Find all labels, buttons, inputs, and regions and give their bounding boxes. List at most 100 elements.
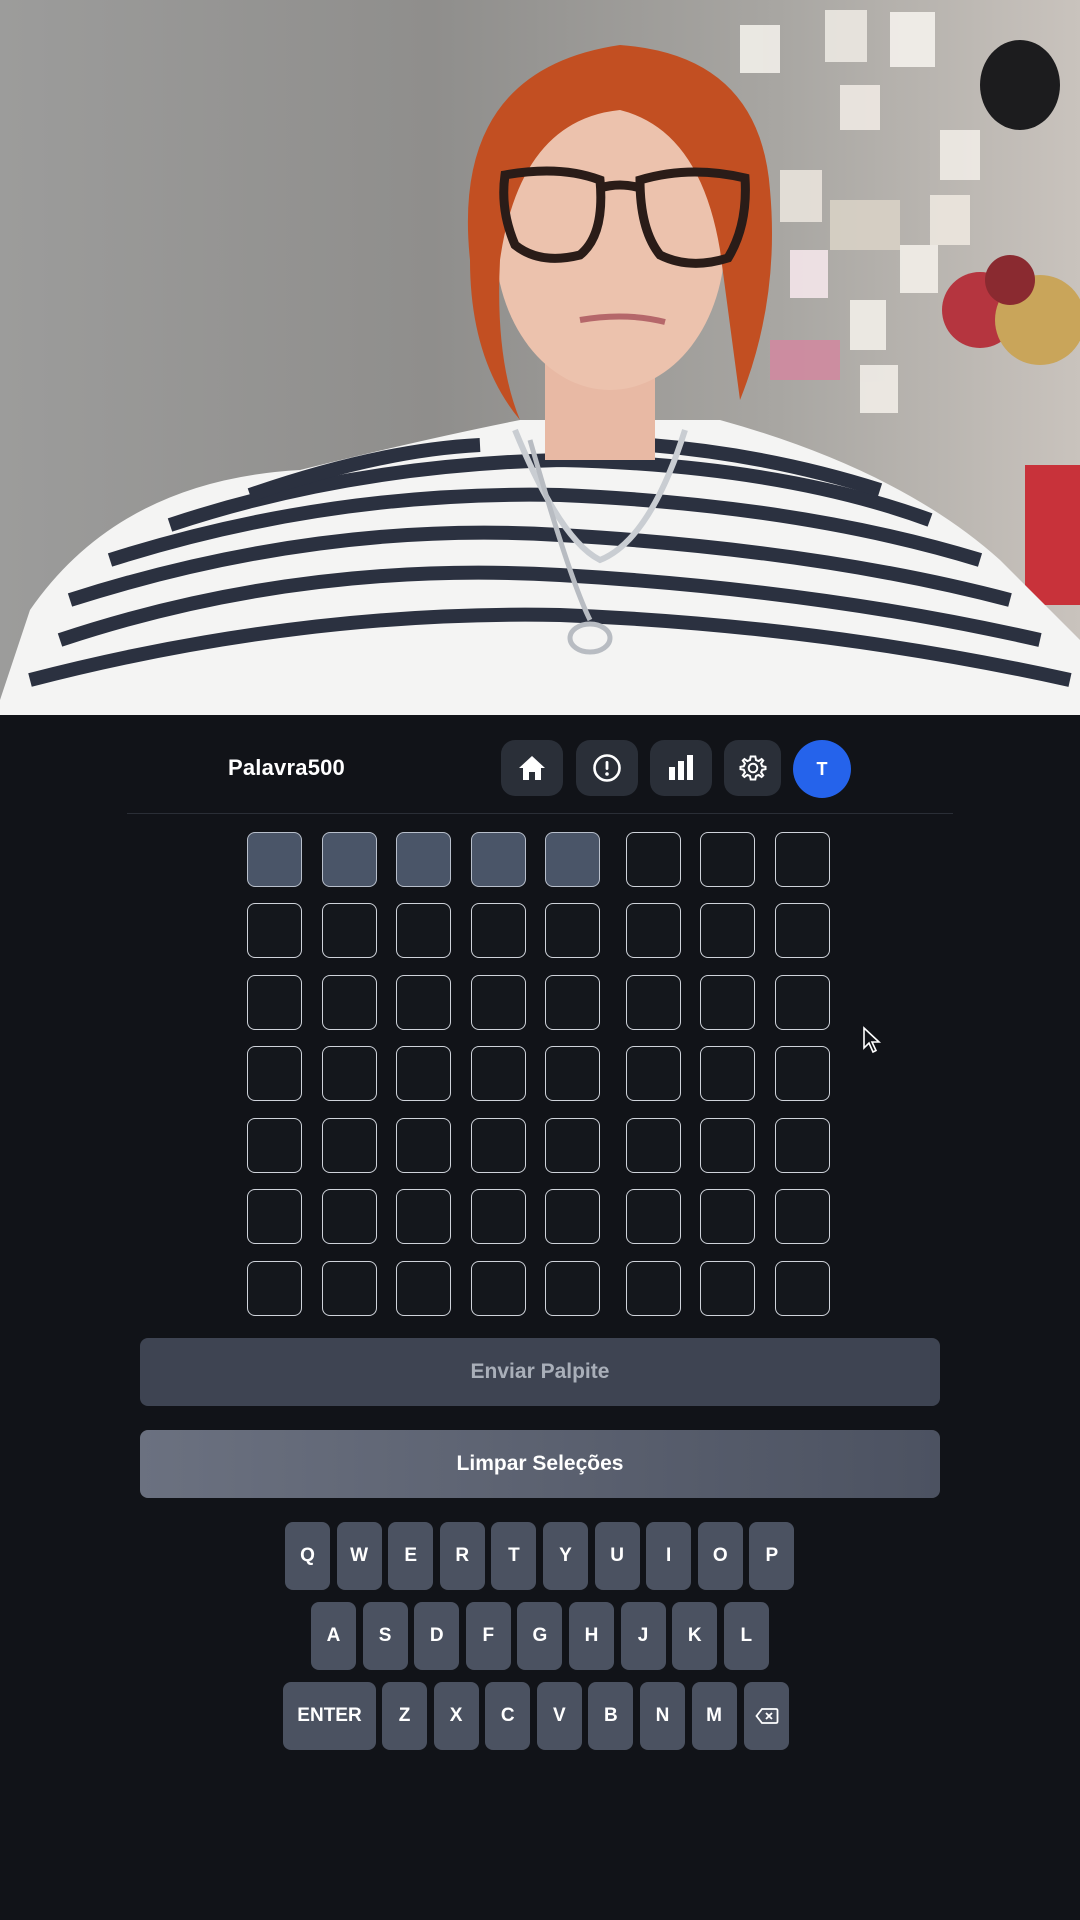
key-j[interactable]: J [620, 1602, 666, 1670]
key-d[interactable]: D [414, 1602, 460, 1670]
board-tile[interactable] [545, 903, 600, 958]
key-z[interactable]: Z [382, 1682, 427, 1750]
board-tile[interactable] [775, 1118, 830, 1173]
key-n[interactable]: N [640, 1682, 685, 1750]
board-tile[interactable] [322, 903, 377, 958]
board-tile[interactable] [545, 975, 600, 1030]
board-tile[interactable] [545, 1118, 600, 1173]
board-tile[interactable] [545, 1046, 600, 1101]
board-tile[interactable] [247, 975, 302, 1030]
board-tile[interactable] [396, 1046, 451, 1101]
app-brand: Palavra500 [228, 755, 345, 780]
webcam-illustration [0, 10, 1080, 715]
key-t[interactable]: T [491, 1522, 537, 1590]
key-y[interactable]: Y [543, 1522, 588, 1590]
board-tile[interactable] [700, 832, 755, 887]
board-tile[interactable] [775, 975, 830, 1030]
key-s[interactable]: S [362, 1602, 408, 1670]
key-r[interactable]: R [439, 1522, 485, 1590]
key-m[interactable]: M [691, 1682, 737, 1750]
board-tile[interactable] [471, 975, 526, 1030]
board-tile[interactable] [322, 1118, 377, 1173]
board-tile[interactable] [247, 832, 302, 887]
board-tile[interactable] [626, 1189, 681, 1244]
board-tile[interactable] [247, 1189, 302, 1244]
key-i[interactable]: I [646, 1522, 692, 1590]
settings-icon [739, 755, 766, 781]
board-tile[interactable] [471, 1261, 526, 1316]
board-tile[interactable] [322, 832, 377, 887]
board-tile[interactable] [700, 975, 755, 1030]
board-tile[interactable] [775, 1046, 830, 1101]
stats-icon [669, 755, 693, 780]
board-tile[interactable] [247, 1046, 302, 1101]
board-tile[interactable] [545, 832, 600, 887]
key-o[interactable]: O [697, 1522, 743, 1590]
info-icon [593, 754, 621, 782]
key-v[interactable]: V [536, 1682, 582, 1750]
board-tile[interactable] [247, 1118, 302, 1173]
key-e[interactable]: E [388, 1522, 434, 1590]
board-tile[interactable] [626, 975, 681, 1030]
key-w[interactable]: W [336, 1522, 382, 1590]
board-tile[interactable] [471, 1046, 526, 1101]
key-c[interactable]: C [485, 1682, 531, 1750]
key-enter[interactable]: ENTER [283, 1682, 376, 1750]
clear-selections-button[interactable]: Limpar Seleções [140, 1430, 940, 1498]
board-tile[interactable] [626, 1261, 681, 1316]
key-x[interactable]: X [433, 1682, 479, 1750]
board-tile[interactable] [775, 832, 830, 887]
board-tile[interactable] [700, 1118, 755, 1173]
board-tile[interactable] [700, 1046, 755, 1101]
board-tile[interactable] [626, 832, 681, 887]
submit-guess-button[interactable]: Enviar Palpite [140, 1338, 940, 1406]
board-tile[interactable] [471, 1189, 526, 1244]
board-tile[interactable] [322, 975, 377, 1030]
key-b[interactable]: B [588, 1682, 634, 1750]
board-tile[interactable] [471, 1118, 526, 1173]
key-l[interactable]: L [723, 1602, 769, 1670]
board-tile[interactable] [775, 1261, 830, 1316]
board-tile[interactable] [247, 1261, 302, 1316]
user-avatar[interactable]: T [793, 740, 851, 798]
info-button[interactable] [576, 740, 638, 796]
stats-button[interactable] [650, 740, 712, 796]
board-tile[interactable] [322, 1189, 377, 1244]
key-backspace[interactable] [744, 1682, 790, 1750]
board-tile[interactable] [626, 1046, 681, 1101]
key-q[interactable]: Q [285, 1522, 330, 1590]
board-tile[interactable] [626, 1118, 681, 1173]
settings-button[interactable] [724, 740, 781, 796]
board-tile[interactable] [700, 1189, 755, 1244]
board-tile[interactable] [396, 903, 451, 958]
board-tile[interactable] [247, 903, 302, 958]
board-tile[interactable] [700, 903, 755, 958]
key-u[interactable]: U [594, 1522, 640, 1590]
key-p[interactable]: P [749, 1522, 795, 1590]
board-tile[interactable] [545, 1189, 600, 1244]
board-tile[interactable] [396, 832, 451, 887]
board-tile[interactable] [545, 1261, 600, 1316]
board-tile[interactable] [700, 1261, 755, 1316]
board-tile[interactable] [322, 1261, 377, 1316]
board-tile[interactable] [396, 1189, 451, 1244]
board-tile[interactable] [396, 1261, 451, 1316]
board-tile[interactable] [626, 903, 681, 958]
board-tile[interactable] [775, 903, 830, 958]
board-tile[interactable] [471, 903, 526, 958]
key-f[interactable]: F [465, 1602, 511, 1670]
key-g[interactable]: G [517, 1602, 563, 1670]
board-tile[interactable] [396, 1118, 451, 1173]
backspace-icon [755, 1708, 779, 1724]
key-k[interactable]: K [672, 1602, 718, 1670]
webcam-video [0, 0, 1080, 715]
board-tile[interactable] [396, 975, 451, 1030]
app-header: Palavra500 T [0, 715, 1080, 813]
board-tile[interactable] [322, 1046, 377, 1101]
home-button[interactable] [501, 740, 563, 796]
key-a[interactable]: A [311, 1602, 356, 1670]
board-tile[interactable] [471, 832, 526, 887]
header-divider [127, 813, 953, 814]
key-h[interactable]: H [569, 1602, 614, 1670]
board-tile[interactable] [775, 1189, 830, 1244]
